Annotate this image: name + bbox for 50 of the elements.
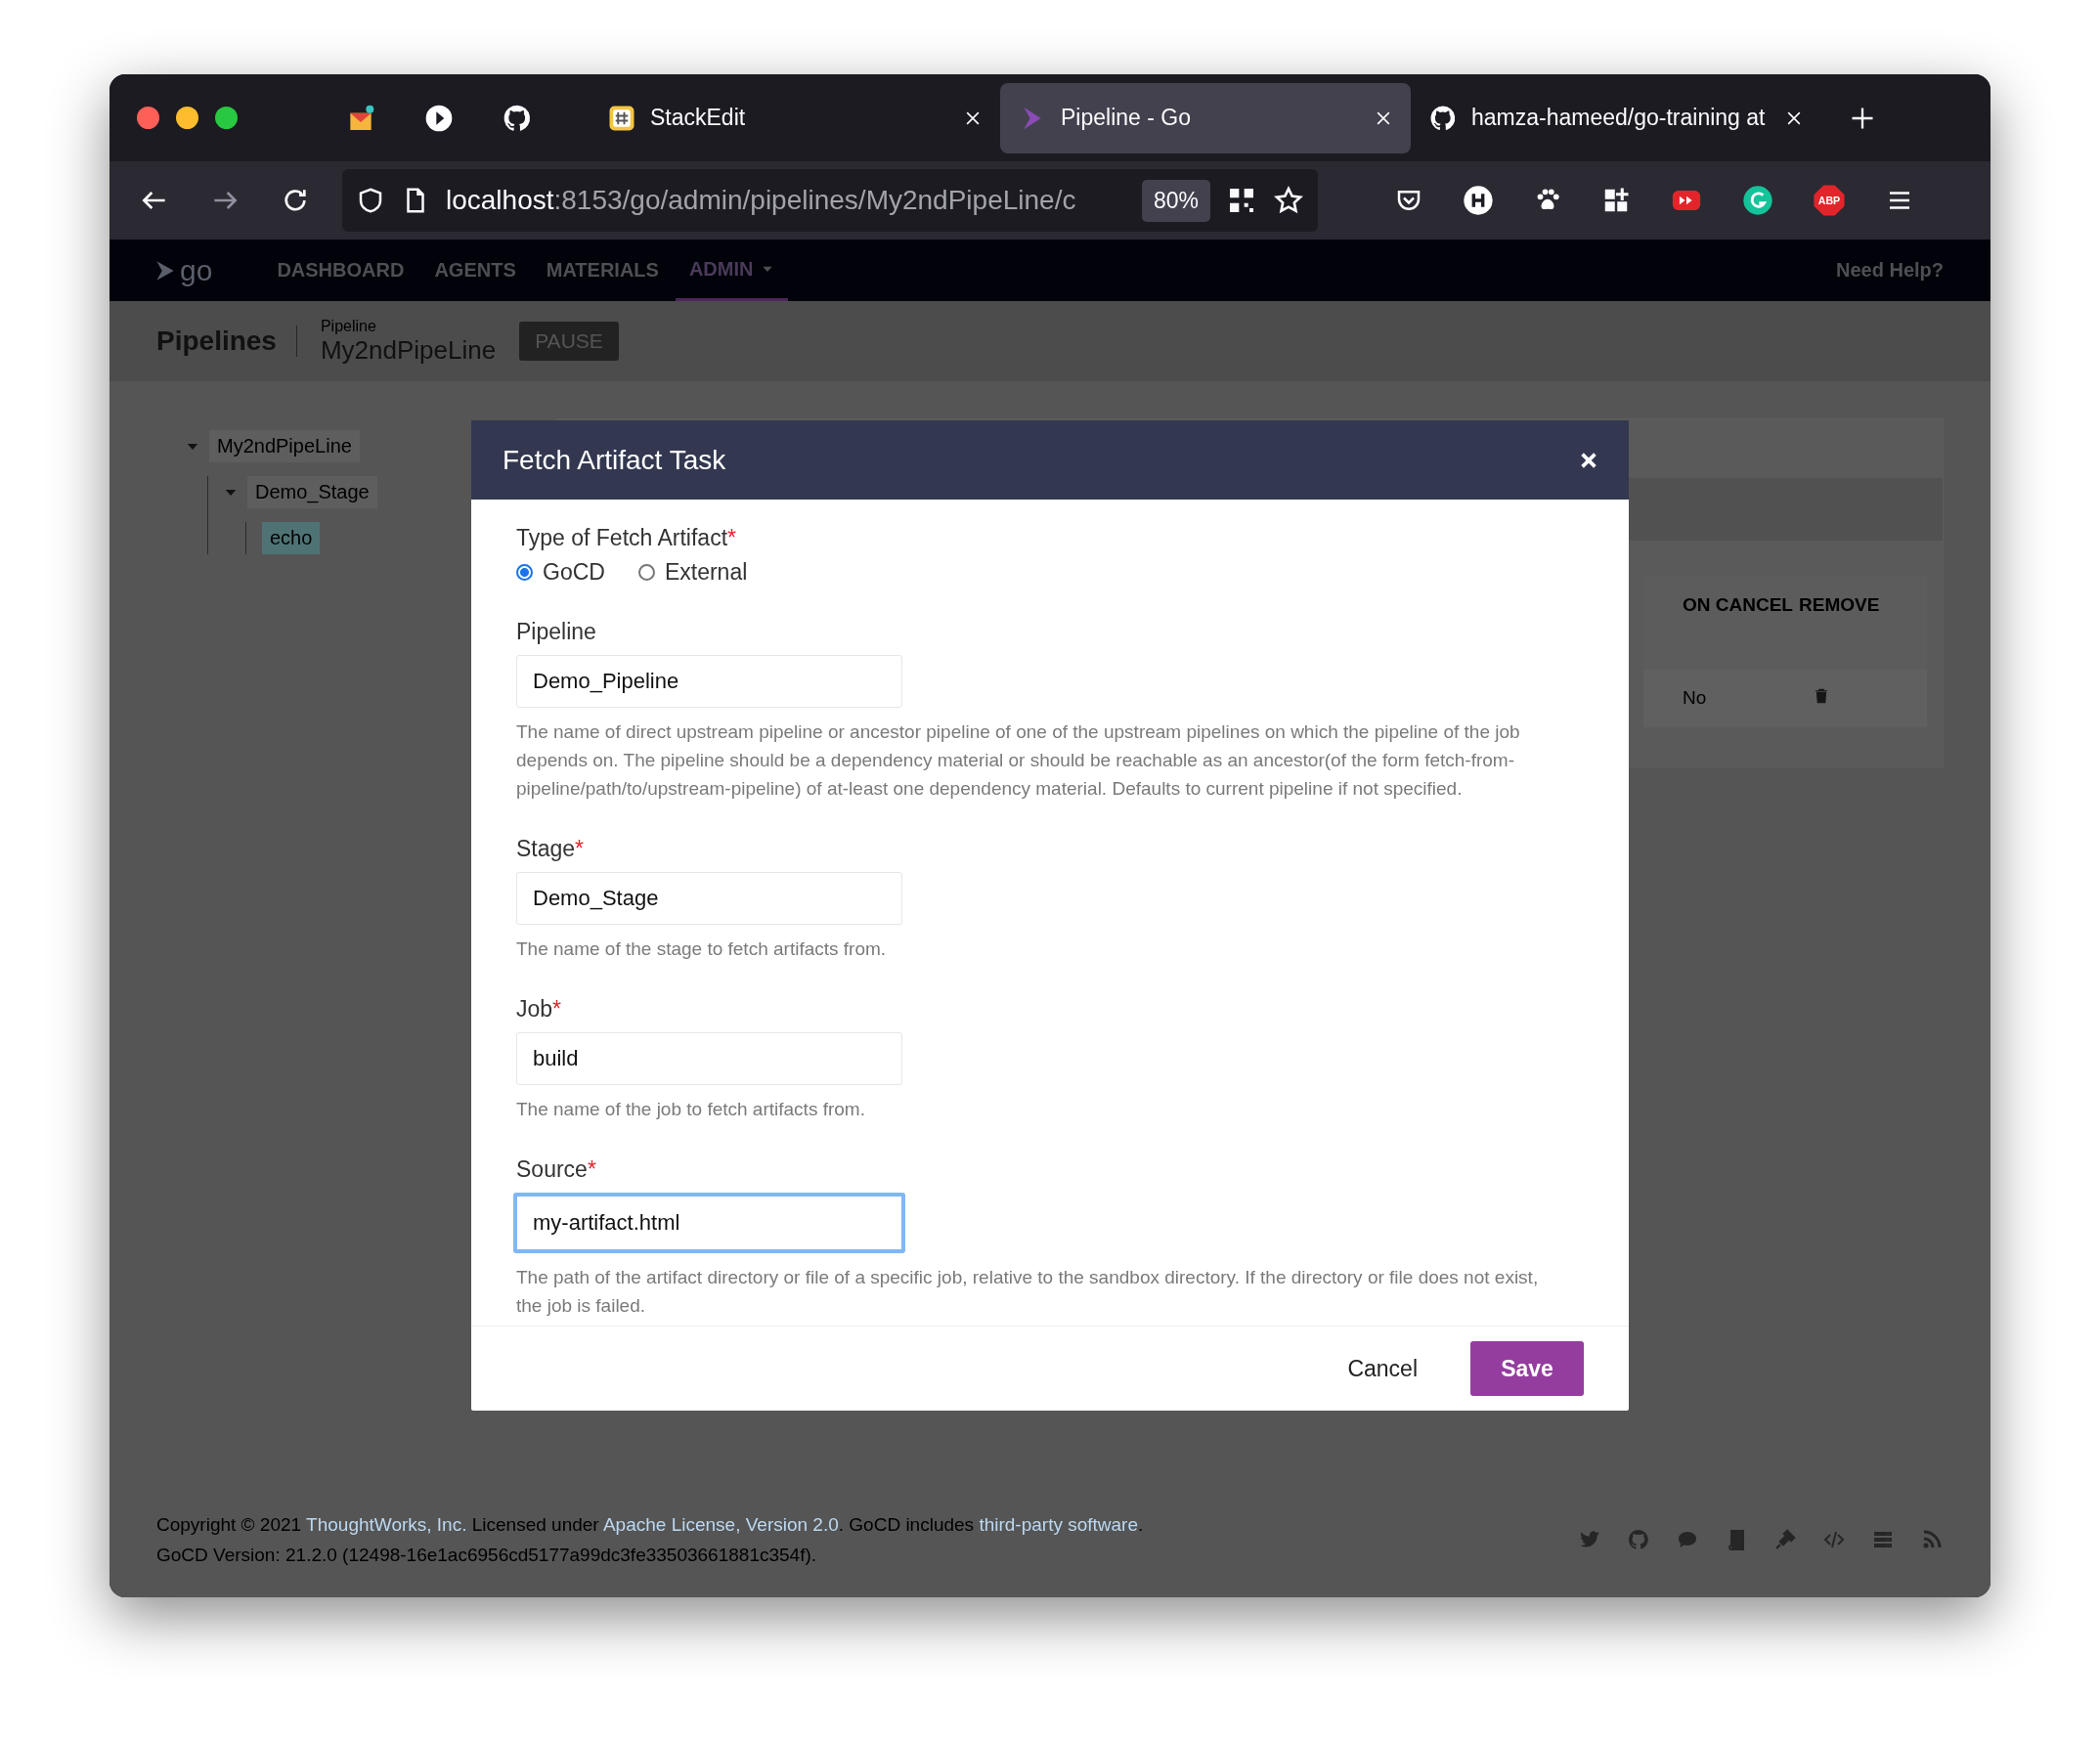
copyright-text: Copyright © 2021 ThoughtWorks, Inc. Licensed under Apache License, Version 2.0. GoCD includes third-party software.: [156, 1513, 1144, 1537]
radio-option[interactable]: External: [637, 559, 748, 586]
logo-text[interactable]: go: [180, 253, 213, 287]
field-label: Stage*: [516, 836, 586, 862]
page-title: Pipelines: [156, 326, 297, 357]
radio-option[interactable]: GoCD: [516, 559, 605, 586]
modal-title: Fetch Artifact Task: [503, 444, 726, 476]
letter-h-icon[interactable]: [1463, 185, 1494, 216]
input-field[interactable]: Demo_Pipeline: [516, 655, 902, 708]
pipeline-name: My2ndPipeLine: [320, 334, 497, 366]
table-cell-text: No: [1683, 687, 1708, 710]
field-label: Type of Fetch Artifact*: [516, 525, 737, 551]
tab-title: StackEdit: [650, 105, 747, 131]
help-text: The name of the job to fetch artifacts from.: [516, 1098, 866, 1121]
input-field[interactable]: build: [516, 1032, 902, 1085]
star-icon[interactable]: [1273, 185, 1304, 216]
browser-tab[interactable]: StackEdit: [590, 82, 1000, 153]
footer-link[interactable]: Apache License, Version 2.0: [602, 1514, 839, 1535]
browser-tab[interactable]: hamza-hameed/go-training at: [1411, 82, 1821, 153]
window-control-icon[interactable]: [137, 107, 159, 129]
field-label: Job*: [516, 996, 563, 1023]
save-button[interactable]: Save: [1470, 1341, 1584, 1396]
address-bar[interactable]: localhost:8153/go/admin/pipelines/My2ndPipeLine/c 80%: [342, 169, 1318, 232]
stop-sign-icon[interactable]: ABP: [1813, 184, 1846, 217]
zoom-level-button[interactable]: 80%: [1141, 179, 1210, 222]
tab-title: Pipeline - Go: [1061, 105, 1192, 131]
field-label: Source*: [516, 1156, 597, 1183]
help-text: The name of direct upstream pipeline or ancestor pipeline of one of the upstream pipelines on which the pipeline of the job depends on. The pipeline should be a dependency material or should be reachable as an ancestor(of the form fetch-from-pipeline/path/to/upstream-pipeline) of at-least one dependency material. Defaults to current pipeline if not specified.: [516, 720, 1521, 801]
tab-title: hamza-hameed/go-training at: [1471, 105, 1767, 131]
trash-icon[interactable]: [1813, 687, 1830, 705]
tree-item[interactable]: My2ndPipeLine: [209, 430, 360, 462]
input-field[interactable]: Demo_Stage: [516, 872, 902, 925]
footer-link[interactable]: ThoughtWorks, Inc.: [306, 1514, 467, 1535]
letter-g-icon[interactable]: [1742, 185, 1773, 216]
browser-tab[interactable]: Pipeline - Go: [1000, 82, 1411, 153]
cancel-button[interactable]: Cancel: [1341, 1354, 1423, 1383]
help-text: The path of the artifact directory or file of a specific job, relative to the sandbox directory. If the directory or file does not exist, the job is failed.: [516, 1266, 1540, 1318]
window-control-icon[interactable]: [215, 107, 238, 129]
input-field[interactable]: my-artifact.html: [513, 1193, 905, 1253]
column-header: REMOVE: [1799, 593, 1881, 617]
window-control-icon[interactable]: [176, 107, 198, 129]
column-header: ON CANCEL: [1683, 593, 1794, 617]
field-label: Pipeline: [516, 619, 597, 645]
footer-link[interactable]: third-party software: [979, 1514, 1138, 1535]
help-text: The name of the stage to fetch artifacts from.: [516, 937, 888, 961]
breadcrumb-label: Pipeline: [320, 317, 377, 335]
version-text: GoCD Version: 21.2.0 (12498-16e1ac6956cd5177a99dc3fe33503661881c354f).: [156, 1544, 818, 1567]
tree-item[interactable]: Demo_Stage: [247, 476, 377, 508]
tree-item[interactable]: echo: [262, 522, 321, 554]
url-text[interactable]: localhost:8153/go/admin/pipelines/My2ndPipeLine/c: [446, 185, 1126, 216]
